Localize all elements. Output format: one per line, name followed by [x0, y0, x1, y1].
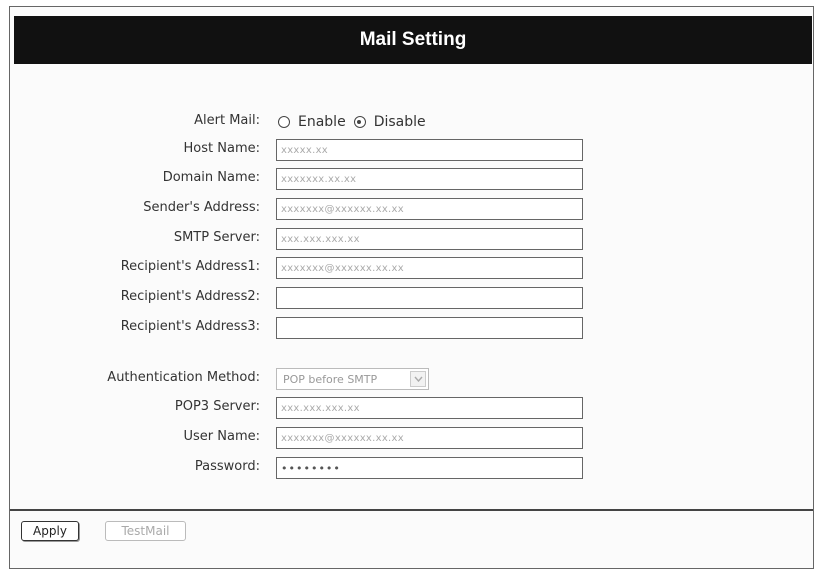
footer-divider	[10, 509, 813, 511]
recipient-address2-row: Recipient's Address2:	[0, 287, 826, 309]
recipient-address2-input[interactable]	[276, 287, 583, 309]
alert-mail-row: Alert Mail: Enable Disable	[0, 111, 826, 133]
alert-mail-enable-radio[interactable]	[278, 116, 290, 128]
pop3-server-row: POP3 Server:	[0, 397, 826, 419]
password-row: Password:	[0, 457, 826, 479]
pop3-server-input[interactable]	[276, 397, 583, 419]
domain-name-row: Domain Name:	[0, 168, 826, 190]
smtp-server-row: SMTP Server:	[0, 228, 826, 250]
authentication-method-label: Authentication Method:	[107, 370, 260, 385]
domain-name-input[interactable]	[276, 168, 583, 190]
recipient-address2-label: Recipient's Address2:	[120, 289, 260, 304]
alert-mail-label: Alert Mail:	[194, 113, 260, 128]
smtp-server-input[interactable]	[276, 228, 583, 250]
user-name-row: User Name:	[0, 427, 826, 449]
user-name-label: User Name:	[183, 429, 261, 444]
page-title: Mail Setting	[359, 29, 467, 50]
authentication-method-select[interactable]: POP before SMTP	[276, 368, 429, 390]
test-mail-button[interactable]: TestMail	[105, 521, 186, 541]
domain-name-label: Domain Name:	[162, 170, 260, 185]
host-name-label: Host Name:	[183, 141, 260, 156]
authentication-method-row: Authentication Method: POP before SMTP	[0, 368, 826, 390]
recipient-address1-row: Recipient's Address1:	[0, 257, 826, 279]
recipient-address1-input[interactable]	[276, 257, 583, 279]
sender-address-label: Sender's Address:	[143, 200, 260, 215]
page-title-bar: Mail Setting	[14, 16, 812, 64]
user-name-input[interactable]	[276, 427, 583, 449]
authentication-method-value: POP before SMTP	[283, 372, 378, 386]
host-name-input[interactable]	[276, 139, 583, 161]
chevron-down-icon[interactable]	[410, 371, 426, 387]
sender-address-row: Sender's Address:	[0, 198, 826, 220]
apply-button[interactable]: Apply	[21, 521, 79, 541]
recipient-address3-label: Recipient's Address3:	[120, 319, 260, 334]
sender-address-input[interactable]	[276, 198, 583, 220]
alert-mail-enable-label: Enable	[298, 114, 346, 130]
recipient-address3-row: Recipient's Address3:	[0, 317, 826, 339]
recipient-address3-input[interactable]	[276, 317, 583, 339]
alert-mail-disable-label: Disable	[373, 114, 426, 130]
password-label: Password:	[194, 459, 260, 474]
host-name-row: Host Name:	[0, 139, 826, 161]
recipient-address1-label: Recipient's Address1:	[120, 259, 260, 274]
alert-mail-disable-radio[interactable]	[353, 116, 366, 128]
password-input[interactable]	[276, 457, 583, 479]
pop3-server-label: POP3 Server:	[174, 399, 260, 414]
smtp-server-label: SMTP Server:	[173, 230, 260, 245]
chevron-down-icon-glyph	[413, 376, 423, 382]
alert-mail-radio-group: Enable Disable	[278, 111, 434, 133]
